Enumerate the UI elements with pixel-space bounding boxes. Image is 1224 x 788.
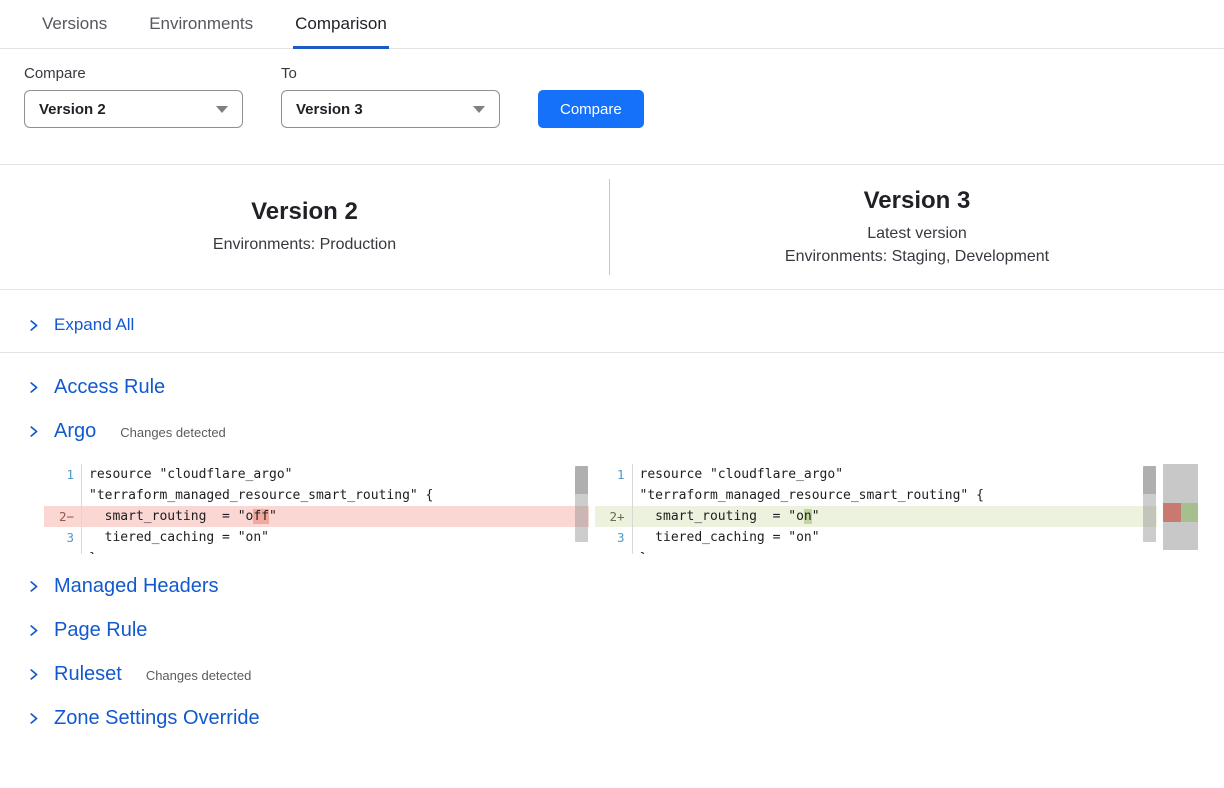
- line-number: 3: [595, 527, 632, 548]
- right-version-latest-label: Latest version: [610, 222, 1224, 245]
- code-line: 1resource "cloudflare_argo": [44, 464, 589, 485]
- line-number: [595, 485, 632, 506]
- section-managed-headers[interactable]: Managed Headers: [0, 575, 1224, 598]
- code-line: 3 tiered_caching = "on": [595, 527, 1157, 548]
- line-number: [595, 548, 632, 554]
- left-version-environments: Environments: Production: [0, 233, 609, 256]
- chevron-down-icon: [473, 106, 485, 113]
- removed-word-highlight: ff: [253, 509, 269, 524]
- code-line-added: 2+ smart_routing = "on": [595, 506, 1157, 527]
- diff-scrollbar-right[interactable]: [1143, 466, 1156, 542]
- tab-environments[interactable]: Environments: [147, 0, 255, 49]
- code-line: 1resource "cloudflare_argo": [595, 464, 1157, 485]
- right-version-environments: Environments: Staging, Development: [610, 245, 1224, 268]
- compare-form: Compare Version 2 To Version 3 Compare: [0, 49, 1224, 128]
- section-label[interactable]: Page Rule: [54, 619, 147, 642]
- expand-all-row[interactable]: Expand All: [0, 290, 1224, 352]
- line-number: 1: [44, 464, 81, 485]
- line-number: [44, 548, 81, 554]
- overview-added-marker: [1181, 503, 1198, 522]
- chevron-right-icon: [27, 425, 40, 438]
- line-number: 2+: [595, 506, 632, 527]
- diff-scrollbar-left[interactable]: [575, 466, 588, 542]
- added-word-highlight: n: [804, 509, 812, 524]
- code-line: 3 tiered_caching = "on": [44, 527, 589, 548]
- code-line-wrap: "terraform_managed_resource_smart_routin…: [595, 485, 1157, 506]
- chevron-right-icon: [27, 381, 40, 394]
- line-number: 3: [44, 527, 81, 548]
- diff-overview-ruler[interactable]: [1163, 464, 1198, 550]
- code-line-removed: 2− smart_routing = "off": [44, 506, 589, 527]
- diff-pane-right: 1resource "cloudflare_argo" "terraform_m…: [595, 464, 1157, 554]
- code-line-wrap: "terraform_managed_resource_smart_routin…: [44, 485, 589, 506]
- line-number: [44, 485, 81, 506]
- compare-from-select[interactable]: Version 2: [24, 90, 243, 128]
- line-number: 1: [595, 464, 632, 485]
- changes-detected-badge: Changes detected: [120, 425, 226, 440]
- tab-comparison[interactable]: Comparison: [293, 0, 389, 49]
- section-label[interactable]: Ruleset: [54, 663, 122, 686]
- chevron-right-icon: [27, 319, 40, 332]
- tab-bar: Versions Environments Comparison: [0, 0, 1224, 49]
- version-headers: Version 2 Environments: Production Versi…: [0, 165, 1224, 289]
- compare-label: Compare: [24, 65, 243, 82]
- argo-diff-viewer: 1resource "cloudflare_argo" "terraform_m…: [44, 464, 1198, 554]
- right-version-title: Version 3: [610, 187, 1224, 215]
- overview-removed-marker: [1163, 503, 1181, 522]
- section-label[interactable]: Managed Headers: [54, 575, 219, 598]
- chevron-right-icon: [27, 668, 40, 681]
- compare-to-select[interactable]: Version 3: [281, 90, 500, 128]
- tab-versions[interactable]: Versions: [40, 0, 109, 49]
- right-version-header: Version 3 Latest version Environments: S…: [610, 187, 1224, 268]
- diff-pane-left: 1resource "cloudflare_argo" "terraform_m…: [44, 464, 589, 554]
- chevron-right-icon: [27, 624, 40, 637]
- code-line: }: [595, 548, 1157, 554]
- chevron-right-icon: [27, 580, 40, 593]
- chevron-down-icon: [216, 106, 228, 113]
- section-page-rule[interactable]: Page Rule: [0, 619, 1224, 642]
- chevron-right-icon: [27, 712, 40, 725]
- line-number: 2−: [44, 506, 81, 527]
- to-label: To: [281, 65, 500, 82]
- section-zone-settings-override[interactable]: Zone Settings Override: [0, 707, 1224, 730]
- compare-from-value: Version 2: [39, 101, 106, 118]
- comparison-sections: Access Rule Argo Changes detected 1resou…: [0, 353, 1224, 730]
- section-access-rule[interactable]: Access Rule: [0, 376, 1224, 399]
- left-version-header: Version 2 Environments: Production: [0, 198, 609, 256]
- section-argo[interactable]: Argo Changes detected: [0, 420, 1224, 443]
- expand-all-label[interactable]: Expand All: [54, 315, 134, 335]
- changes-detected-badge: Changes detected: [146, 668, 252, 683]
- section-label[interactable]: Zone Settings Override: [54, 707, 260, 730]
- section-label[interactable]: Access Rule: [54, 376, 165, 399]
- section-label[interactable]: Argo: [54, 420, 96, 443]
- compare-to-value: Version 3: [296, 101, 363, 118]
- section-ruleset[interactable]: Ruleset Changes detected: [0, 663, 1224, 686]
- compare-button[interactable]: Compare: [538, 90, 644, 128]
- code-line: }: [44, 548, 589, 554]
- left-version-title: Version 2: [0, 198, 609, 226]
